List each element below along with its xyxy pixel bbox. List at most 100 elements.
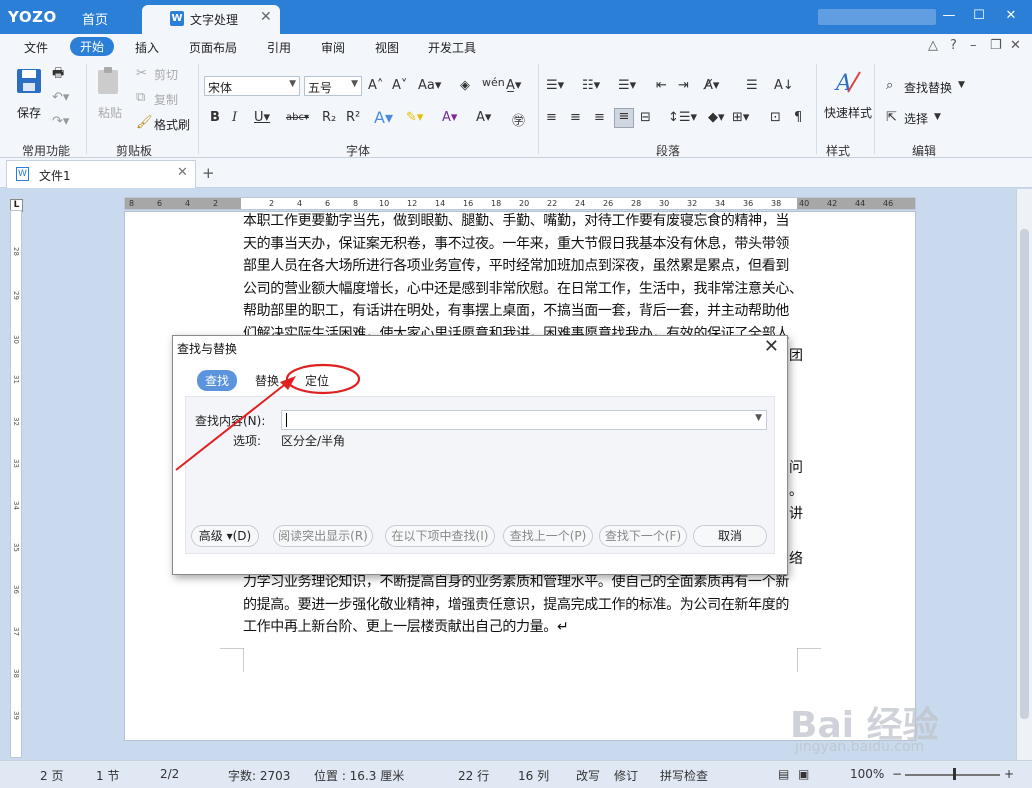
- doc-close-icon[interactable]: ✕: [1010, 38, 1021, 53]
- vertical-scrollbar[interactable]: [1016, 189, 1032, 760]
- zoom-in-icon[interactable]: +: [1004, 767, 1014, 781]
- menu-review[interactable]: 审阅: [321, 39, 345, 56]
- grow-font-icon[interactable]: A˄: [368, 78, 383, 93]
- select-icon[interactable]: ⇱: [886, 110, 897, 125]
- align-right-icon[interactable]: ≡: [594, 110, 605, 125]
- chevron-down-icon[interactable]: ▼: [755, 413, 762, 423]
- menu-page-layout[interactable]: 页面布局: [189, 39, 237, 56]
- font-color-icon[interactable]: A▾: [442, 110, 457, 125]
- scrollbar-thumb[interactable]: [1020, 229, 1029, 719]
- menu-file[interactable]: 文件: [24, 39, 48, 56]
- menu-home[interactable]: 开始: [70, 37, 115, 56]
- decrease-indent-icon[interactable]: ⇤: [656, 78, 667, 93]
- format-brush-button[interactable]: 格式刷: [154, 116, 190, 133]
- distribute-icon[interactable]: ⊟: [640, 110, 651, 125]
- strikethrough-icon[interactable]: abc▾: [286, 112, 309, 123]
- redo-icon[interactable]: ↷▾: [52, 114, 69, 129]
- zoom-level[interactable]: 100%: [850, 767, 884, 781]
- menu-developer[interactable]: 开发工具: [428, 39, 476, 56]
- home-tab[interactable]: 首页: [82, 9, 108, 28]
- multilevel-list-icon[interactable]: ☰▾: [618, 78, 636, 93]
- phonetic-icon[interactable]: wén: [482, 76, 505, 89]
- char-border-icon[interactable]: A̲▾: [506, 78, 521, 93]
- collapse-ribbon-icon[interactable]: △: [928, 38, 938, 53]
- numbered-list-icon[interactable]: ☷▾: [582, 78, 600, 93]
- change-case-icon[interactable]: Aa▾: [418, 78, 441, 93]
- underline-icon[interactable]: U▾: [254, 110, 270, 125]
- highlight-icon[interactable]: ✎▾: [406, 110, 423, 125]
- help-icon[interactable]: ?: [950, 38, 957, 53]
- clear-format-icon[interactable]: ◈: [460, 78, 470, 93]
- menu-insert[interactable]: 插入: [135, 39, 159, 56]
- close-file-icon[interactable]: ✕: [177, 165, 188, 180]
- italic-icon[interactable]: I: [232, 110, 237, 125]
- font-size-select[interactable]: 五号 ▼: [304, 76, 362, 96]
- borders-icon[interactable]: ⊞▾: [732, 110, 749, 125]
- superscript-icon[interactable]: R²: [346, 110, 360, 125]
- bullet-list-icon[interactable]: ☰▾: [546, 78, 564, 93]
- cancel-button[interactable]: 取消: [693, 525, 767, 547]
- copy-button[interactable]: 复制: [154, 91, 178, 108]
- line-spacing-icon[interactable]: ↕☰▾: [668, 110, 697, 125]
- edge-char: 讲: [789, 506, 803, 522]
- text-effect-icon[interactable]: A▾: [374, 108, 393, 127]
- copy-icon[interactable]: ⧉: [136, 90, 145, 105]
- show-marks-icon[interactable]: ¶: [794, 110, 802, 125]
- find-content-input[interactable]: ▼: [281, 410, 767, 430]
- subscript-icon[interactable]: R₂: [322, 110, 336, 125]
- status-word-count[interactable]: 字数: 2703: [228, 767, 290, 784]
- status-overwrite[interactable]: 改写: [576, 767, 600, 784]
- user-account-area[interactable]: [818, 9, 936, 25]
- doc-restore-icon[interactable]: ❐: [990, 38, 1002, 53]
- zoom-out-icon[interactable]: −: [892, 767, 902, 781]
- cut-icon[interactable]: ✂: [136, 66, 147, 81]
- menu-view[interactable]: 视图: [375, 39, 399, 56]
- enclose-char-icon[interactable]: ㊫: [512, 110, 525, 129]
- close-tab-icon[interactable]: ✕: [260, 9, 272, 25]
- find-replace-button[interactable]: 查找替换: [904, 79, 952, 96]
- print-icon[interactable]: 🖶: [52, 64, 64, 86]
- close-icon[interactable]: ✕: [764, 336, 779, 357]
- chinese-layout-icon[interactable]: A̸▾: [704, 78, 719, 93]
- undo-icon[interactable]: ↶▾: [52, 90, 69, 105]
- find-replace-icon[interactable]: ⌕: [886, 78, 893, 93]
- cut-button[interactable]: 剪切: [154, 66, 178, 83]
- doc-minimize-icon[interactable]: –: [970, 38, 977, 53]
- ruler-tick: 12: [407, 199, 418, 208]
- close-window-icon[interactable]: ✕: [1002, 8, 1020, 23]
- find-next-button[interactable]: 查找下一个(F): [599, 525, 687, 547]
- chevron-down-icon[interactable]: ▼: [958, 80, 965, 90]
- chevron-down-icon[interactable]: ▼: [934, 112, 941, 122]
- bold-icon[interactable]: B: [210, 110, 220, 125]
- vertical-ruler[interactable]: 28 29 30 31 32 33 34 35 36 37 38 39: [10, 210, 22, 758]
- minimize-icon[interactable]: —: [940, 8, 958, 23]
- char-shading-icon[interactable]: A▾: [476, 110, 491, 125]
- line-spacing-marker-icon[interactable]: ☰: [746, 78, 758, 93]
- maximize-icon[interactable]: ☐: [970, 8, 988, 23]
- sort-icon[interactable]: A↓: [774, 78, 794, 93]
- align-center-icon[interactable]: ≡: [570, 110, 581, 125]
- table-icon[interactable]: ⊡: [770, 110, 781, 125]
- shading-icon[interactable]: ◆▾: [708, 110, 725, 125]
- web-view-icon[interactable]: ▣: [798, 767, 809, 781]
- shrink-font-icon[interactable]: A˅: [392, 78, 407, 93]
- read-highlight-button[interactable]: 阅读突出显示(R): [273, 525, 373, 547]
- document-app-tab[interactable]: W 文字处理 ✕: [142, 5, 280, 34]
- increase-indent-icon[interactable]: ⇥: [678, 78, 689, 93]
- horizontal-ruler[interactable]: 8 6 4 2 2 4 6 8 10 12 14 16 18 20 22 24 …: [124, 197, 916, 210]
- font-name-select[interactable]: 宋体 ▼: [204, 76, 300, 96]
- menu-references[interactable]: 引用: [267, 39, 291, 56]
- new-tab-icon[interactable]: +: [202, 164, 215, 182]
- justify-icon[interactable]: ≡: [614, 108, 634, 128]
- find-previous-button[interactable]: 查找上一个(P): [503, 525, 593, 547]
- status-revision[interactable]: 修订: [614, 767, 638, 784]
- zoom-slider-knob[interactable]: [953, 768, 956, 780]
- find-in-button[interactable]: 在以下项中查找(I): [385, 525, 495, 547]
- page-view-icon[interactable]: ▤: [778, 767, 789, 781]
- status-spellcheck[interactable]: 拼写检查: [660, 767, 708, 784]
- file-tab[interactable]: W 文件1 ✕: [6, 160, 196, 188]
- select-button[interactable]: 选择: [904, 110, 928, 127]
- align-left-icon[interactable]: ≡: [546, 110, 557, 125]
- advanced-button[interactable]: 高级 ▾(D): [191, 525, 259, 547]
- format-brush-icon[interactable]: 🖌: [136, 115, 153, 130]
